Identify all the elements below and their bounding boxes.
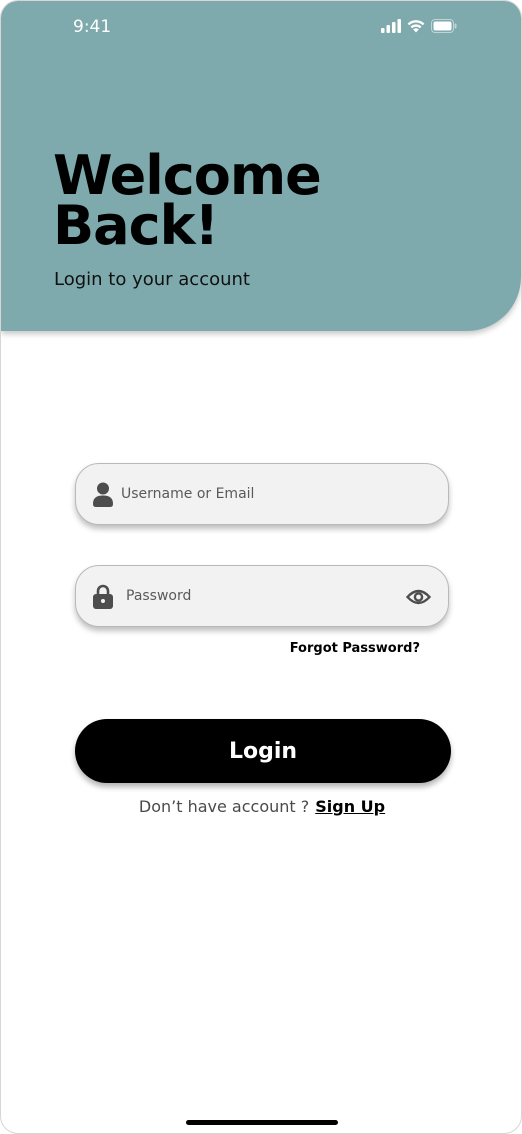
home-indicator	[186, 1120, 338, 1125]
battery-icon	[431, 19, 457, 33]
status-icons	[381, 19, 457, 33]
password-field[interactable]	[75, 565, 449, 627]
eye-icon[interactable]	[406, 587, 431, 607]
login-screen: 9:41 Welcome Back! Login to your account	[0, 0, 522, 1134]
signup-link[interactable]: Sign Up	[315, 797, 385, 816]
page-title: Welcome Back!	[53, 144, 322, 257]
wifi-icon	[407, 20, 425, 33]
password-input[interactable]	[126, 566, 396, 626]
signal-icon	[381, 19, 401, 33]
page-subtitle: Login to your account	[54, 269, 250, 290]
forgot-password-link[interactable]: Forgot Password?	[290, 641, 420, 656]
status-time: 9:41	[73, 17, 112, 37]
user-icon	[93, 482, 113, 507]
signup-row: Don’t have account ? Sign Up	[1, 797, 521, 816]
username-field[interactable]	[75, 463, 449, 525]
login-button[interactable]: Login	[75, 719, 451, 783]
header-banner: 9:41 Welcome Back! Login to your account	[1, 1, 521, 331]
signup-prompt: Don’t have account ?	[138, 797, 310, 816]
lock-icon	[93, 584, 113, 609]
username-input[interactable]	[121, 464, 421, 524]
